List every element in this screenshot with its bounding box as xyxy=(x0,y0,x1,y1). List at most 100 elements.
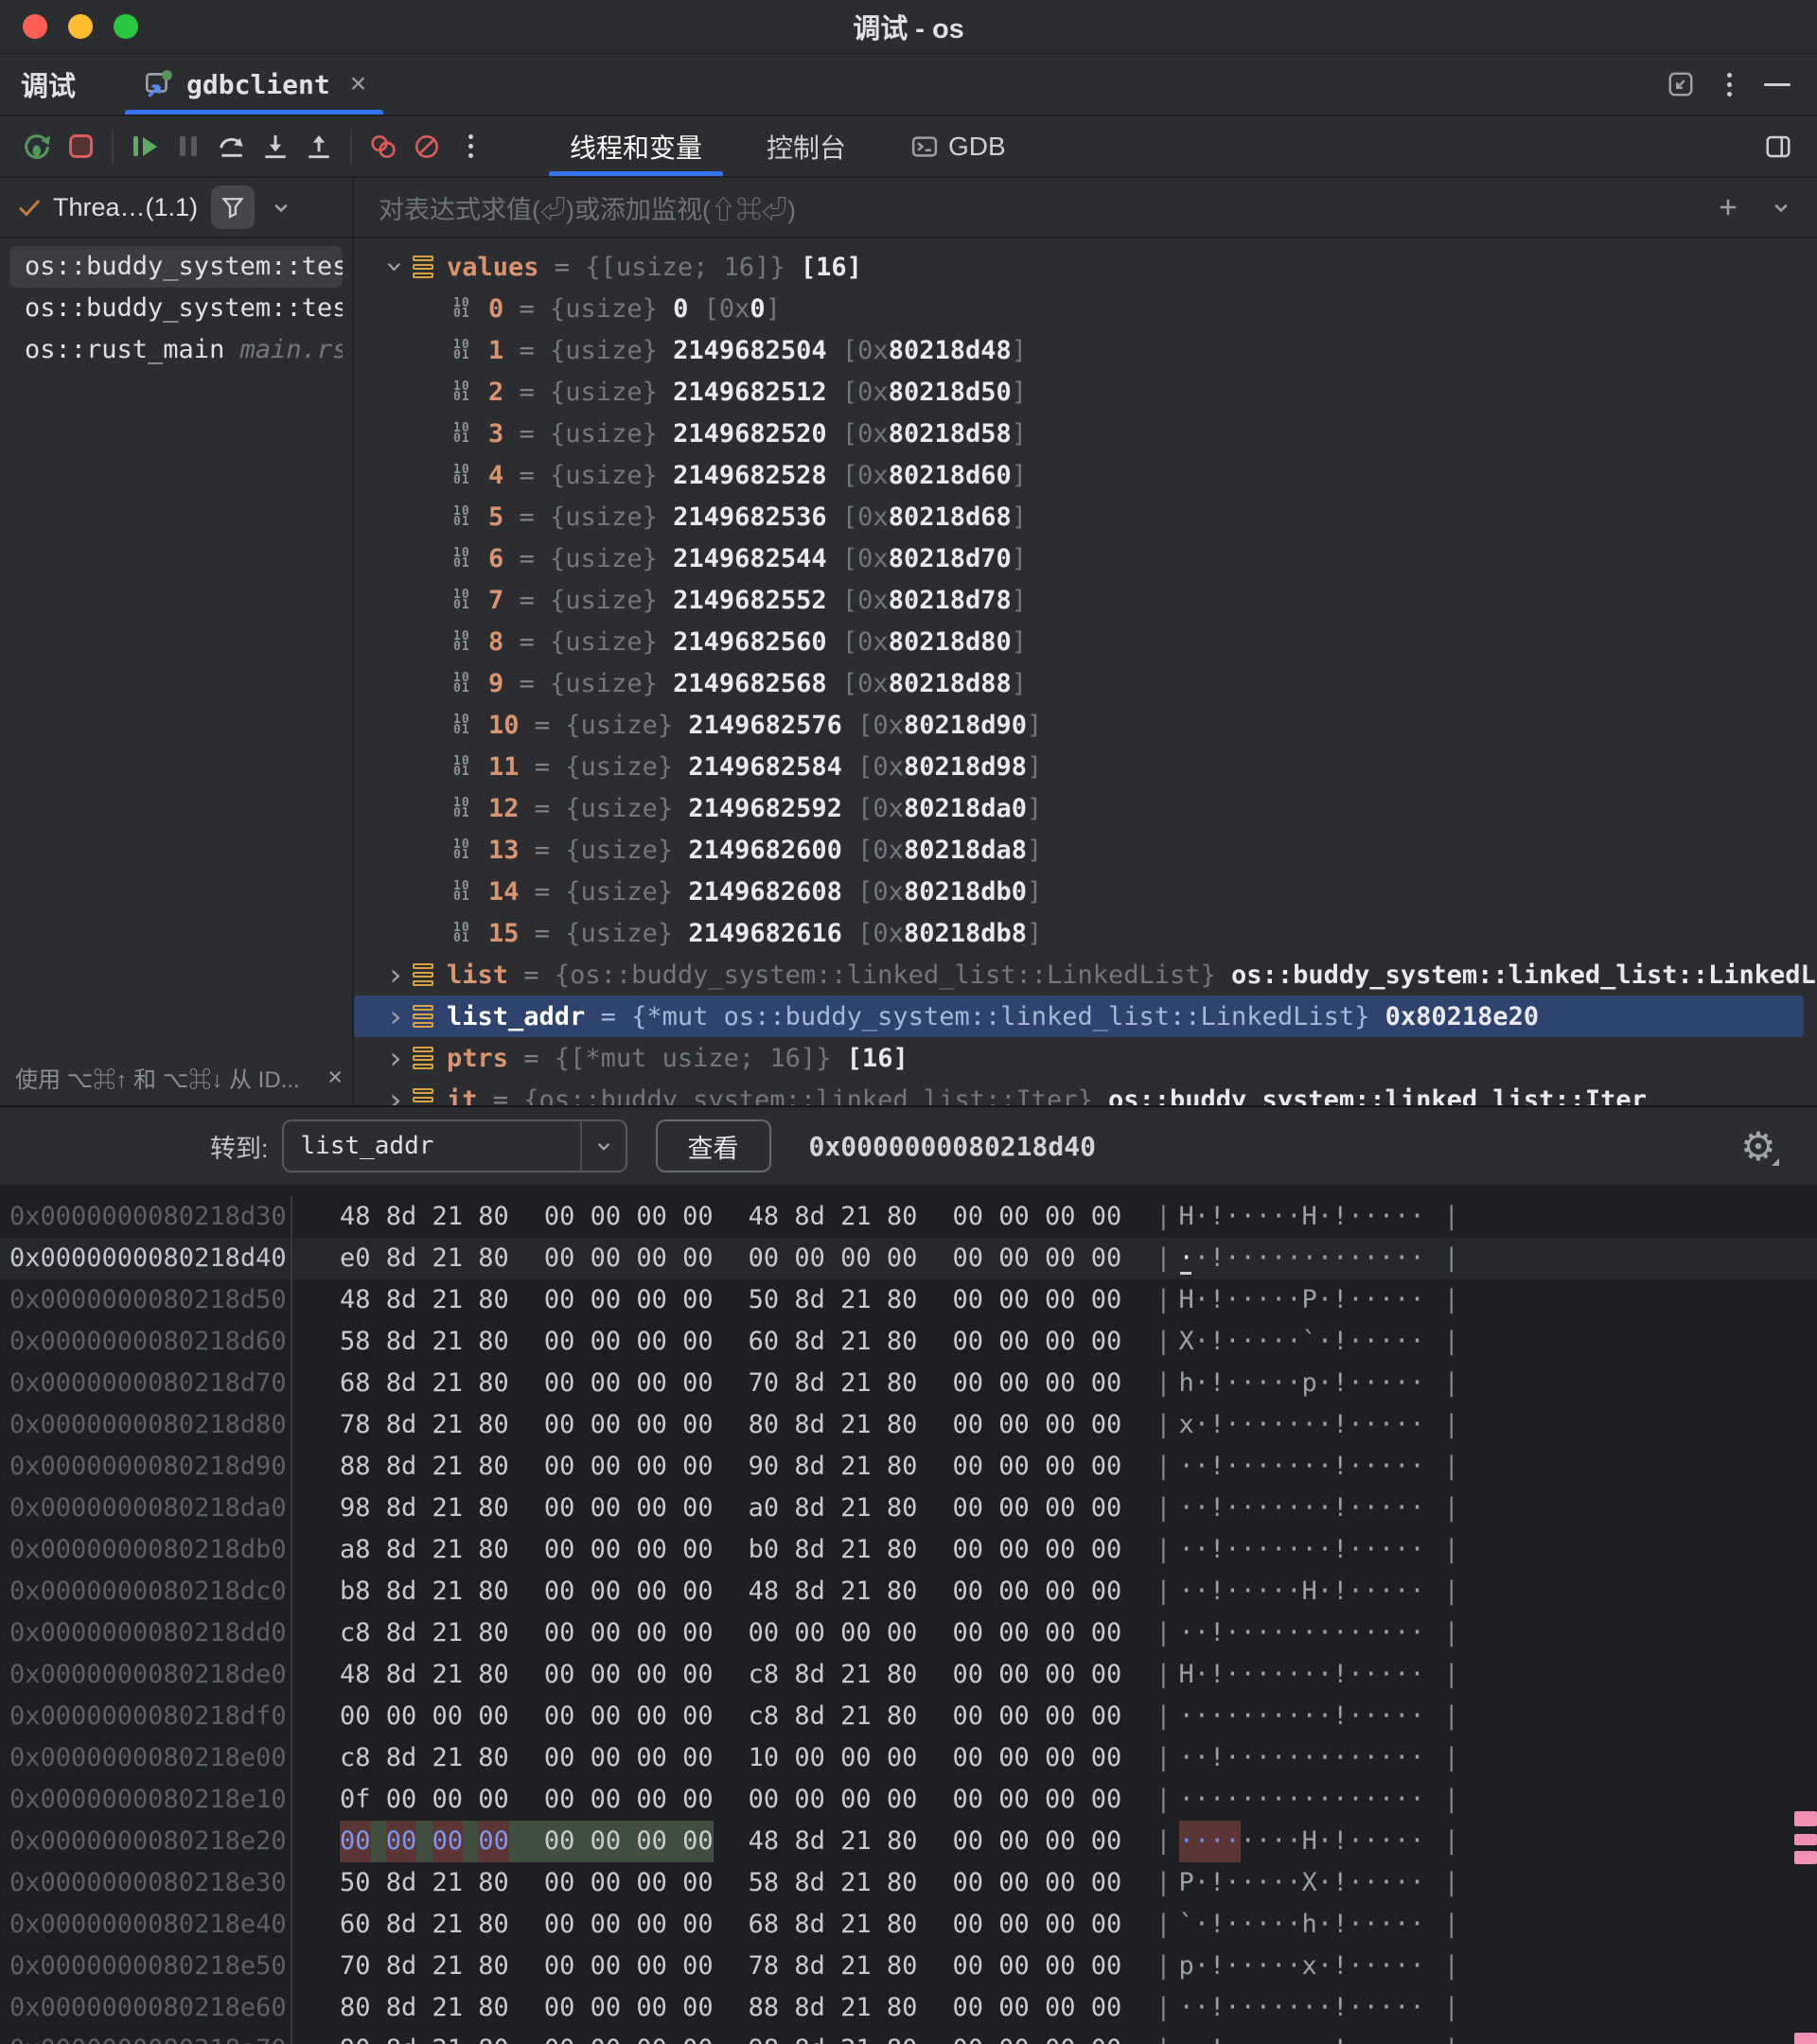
editor-layout-button[interactable] xyxy=(1756,125,1800,168)
more-options-icon[interactable] xyxy=(1727,73,1732,97)
watch-input-placeholder[interactable]: 对表达式求值(⏎)或添加监视(⇧⌘⏎) xyxy=(379,189,796,226)
expand-chevron-icon[interactable]: › xyxy=(379,998,413,1034)
tab-console[interactable]: 控制台 xyxy=(734,116,878,176)
watch-expression-row[interactable]: 对表达式求值(⏎)或添加监视(⇧⌘⏎) xyxy=(354,178,1817,238)
variable-row-1[interactable]: 10011 = {usize} 2149682504 [0x80218d48] xyxy=(354,329,1817,371)
variable-row-8[interactable]: 10018 = {usize} 2149682560 [0x80218d80] xyxy=(354,621,1817,662)
goto-expression-value[interactable]: list_addr xyxy=(284,1132,580,1160)
combo-chevron-down-icon[interactable] xyxy=(591,1134,616,1158)
variable-row-13[interactable]: 100113 = {usize} 2149682600 [0x80218da8] xyxy=(354,829,1817,871)
hex-bytes: 98 8d 21 8000 00 00 00a0 8d 21 8000 00 0… xyxy=(292,1488,1121,1529)
memory-settings-button[interactable]: ⚙ xyxy=(1736,1124,1781,1170)
memory-row-0x0000000080218e50[interactable]: 0x0000000080218e5070 8d 21 8000 00 00 00… xyxy=(0,1946,1817,1987)
expand-chevron-icon[interactable]: › xyxy=(379,957,413,993)
scroll-mark[interactable] xyxy=(1794,1851,1817,1864)
memory-row-0x0000000080218df0[interactable]: 0x0000000080218df000 00 00 0000 00 00 00… xyxy=(0,1696,1817,1737)
byte-group: 00 00 00 00 xyxy=(952,1821,1121,1862)
variable-row-4[interactable]: 10014 = {usize} 2149682528 [0x80218d60] xyxy=(354,454,1817,496)
variable-name: 9 xyxy=(488,669,503,698)
toolbar-more-button[interactable] xyxy=(449,125,492,168)
memory-row-0x0000000080218e70[interactable]: 0x0000000080218e7090 8d 21 8000 00 00 00… xyxy=(0,2029,1817,2044)
resume-button[interactable] xyxy=(123,125,167,168)
variable-row-list[interactable]: ›list = {os::buddy_system::linked_list::… xyxy=(354,954,1817,996)
stack-frame[interactable]: os::rust_main main.rs… xyxy=(9,329,343,371)
thread-selector-label[interactable]: Threa…(1.1) xyxy=(53,193,198,222)
hide-tool-window-icon[interactable] xyxy=(1764,83,1791,86)
variable-row-2[interactable]: 10012 = {usize} 2149682512 [0x80218d50] xyxy=(354,371,1817,413)
stack-frame[interactable]: os::buddy_system::test xyxy=(9,288,343,329)
variable-row-it[interactable]: ›it = {os::buddy_system::linked_list::It… xyxy=(354,1079,1817,1105)
memory-row-0x0000000080218de0[interactable]: 0x0000000080218de048 8d 21 8000 00 00 00… xyxy=(0,1654,1817,1696)
address-bracket: ] xyxy=(766,294,781,324)
stop-button[interactable] xyxy=(59,125,102,168)
memory-row-0x0000000080218d60[interactable]: 0x0000000080218d6058 8d 21 8000 00 00 00… xyxy=(0,1321,1817,1363)
variable-row-11[interactable]: 100111 = {usize} 2149682584 [0x80218d98] xyxy=(354,746,1817,787)
mute-breakpoints-button[interactable] xyxy=(405,125,449,168)
memory-row-0x0000000080218d30[interactable]: 0x0000000080218d3048 8d 21 8000 00 00 00… xyxy=(0,1196,1817,1238)
maximize-window-button[interactable] xyxy=(114,14,138,39)
threads-panel: Threa…(1.1) os::buddy_system::testos::bu… xyxy=(0,178,354,1105)
memory-row-0x0000000080218e30[interactable]: 0x0000000080218e3050 8d 21 8000 00 00 00… xyxy=(0,1862,1817,1904)
variable-row-14[interactable]: 100114 = {usize} 2149682608 [0x80218db0] xyxy=(354,871,1817,912)
close-tab-icon[interactable]: × xyxy=(350,70,367,98)
variable-row-10[interactable]: 100110 = {usize} 2149682576 [0x80218d90] xyxy=(354,704,1817,746)
variable-row-3[interactable]: 10013 = {usize} 2149682520 [0x80218d58] xyxy=(354,413,1817,454)
memory-row-0x0000000080218e00[interactable]: 0x0000000080218e00c8 8d 21 8000 00 00 00… xyxy=(0,1737,1817,1779)
tab-gdb[interactable]: GDB xyxy=(878,116,1038,176)
memory-row-0x0000000080218e40[interactable]: 0x0000000080218e4060 8d 21 8000 00 00 00… xyxy=(0,1904,1817,1946)
expand-chevron-icon[interactable]: › xyxy=(379,1040,413,1076)
variable-name: 2 xyxy=(488,378,503,407)
memory-row-0x0000000080218dd0[interactable]: 0x0000000080218dd0c8 8d 21 8000 00 00 00… xyxy=(0,1612,1817,1654)
memory-row-0x0000000080218db0[interactable]: 0x0000000080218db0a8 8d 21 8000 00 00 00… xyxy=(0,1529,1817,1571)
tab-gdbclient[interactable]: gdbclient × xyxy=(123,54,385,115)
view-memory-button[interactable]: 查看 xyxy=(656,1119,771,1172)
memory-row-0x0000000080218e10[interactable]: 0x0000000080218e100f 00 00 0000 00 00 00… xyxy=(0,1779,1817,1821)
step-out-button[interactable] xyxy=(297,125,341,168)
memory-row-0x0000000080218dc0[interactable]: 0x0000000080218dc0b8 8d 21 8000 00 00 00… xyxy=(0,1571,1817,1612)
memory-row-0x0000000080218d40[interactable]: 0x0000000080218d40e0 8d 21 8000 00 00 00… xyxy=(0,1238,1817,1279)
variable-row-7[interactable]: 10017 = {usize} 2149682552 [0x80218d78] xyxy=(354,579,1817,621)
scroll-mark[interactable] xyxy=(1794,1834,1817,1845)
thread-chevron-down-icon[interactable] xyxy=(268,194,294,220)
stack-frame[interactable]: os::buddy_system::test xyxy=(9,246,343,288)
memory-row-0x0000000080218da0[interactable]: 0x0000000080218da098 8d 21 8000 00 00 00… xyxy=(0,1488,1817,1529)
variable-row-15[interactable]: 100115 = {usize} 2149682616 [0x80218db8] xyxy=(354,912,1817,954)
expand-chevron-icon[interactable]: › xyxy=(379,1082,413,1105)
variable-row-values[interactable]: ›values = {[usize; 16]} [16] xyxy=(354,246,1817,288)
variable-row-9[interactable]: 10019 = {usize} 2149682568 [0x80218d88] xyxy=(354,662,1817,704)
step-into-button[interactable] xyxy=(254,125,297,168)
filter-frames-button[interactable] xyxy=(211,185,255,229)
scroll-mark[interactable] xyxy=(1794,1811,1817,1826)
view-breakpoints-button[interactable] xyxy=(362,125,405,168)
hint-close-icon[interactable]: × xyxy=(327,1063,343,1092)
memory-row-0x0000000080218e20[interactable]: 0x0000000080218e2000 00 00 0000 00 00 00… xyxy=(0,1821,1817,1862)
add-watch-icon[interactable] xyxy=(1715,194,1741,220)
variable-row-12[interactable]: 100112 = {usize} 2149682592 [0x80218da0] xyxy=(354,787,1817,829)
byte-group: 98 8d 21 80 xyxy=(749,2029,918,2044)
pause-button[interactable] xyxy=(167,125,210,168)
memory-row-0x0000000080218e60[interactable]: 0x0000000080218e6080 8d 21 8000 00 00 00… xyxy=(0,1987,1817,2029)
expand-chevron-icon[interactable]: › xyxy=(378,250,414,284)
memory-row-0x0000000080218d70[interactable]: 0x0000000080218d7068 8d 21 8000 00 00 00… xyxy=(0,1363,1817,1404)
minimize-window-button[interactable] xyxy=(68,14,93,39)
variable-row-list_addr[interactable]: ›list_addr = {*mut os::buddy_system::lin… xyxy=(354,996,1804,1037)
watch-chevron-down-icon[interactable] xyxy=(1768,194,1794,220)
ascii-column: H·!·····H·!····· xyxy=(1179,1196,1425,1238)
variable-row-6[interactable]: 10016 = {usize} 2149682544 [0x80218d70] xyxy=(354,537,1817,579)
tab-threads-variables[interactable]: 线程和变量 xyxy=(538,116,734,176)
address-bracket: [0x xyxy=(827,378,889,407)
rerun-debug-button[interactable] xyxy=(15,125,59,168)
variable-row-0[interactable]: 10010 = {usize} 0 [0x0] xyxy=(354,288,1817,329)
scroll-mark[interactable] xyxy=(1794,2033,1817,2044)
memory-row-0x0000000080218d80[interactable]: 0x0000000080218d8078 8d 21 8000 00 00 00… xyxy=(0,1404,1817,1446)
goto-expression-combo[interactable]: list_addr xyxy=(282,1119,627,1172)
ascii-delimiter: | xyxy=(1444,1321,1459,1363)
dock-window-icon[interactable] xyxy=(1667,70,1695,98)
variable-row-ptrs[interactable]: ›ptrs = {[*mut usize; 16]} [16] xyxy=(354,1037,1817,1079)
memory-row-0x0000000080218d50[interactable]: 0x0000000080218d5048 8d 21 8000 00 00 00… xyxy=(0,1279,1817,1321)
thread-selector-row[interactable]: Threa…(1.1) xyxy=(0,178,352,238)
memory-row-0x0000000080218d90[interactable]: 0x0000000080218d9088 8d 21 8000 00 00 00… xyxy=(0,1446,1817,1488)
close-window-button[interactable] xyxy=(23,14,47,39)
variable-row-5[interactable]: 10015 = {usize} 2149682536 [0x80218d68] xyxy=(354,496,1817,537)
step-over-button[interactable] xyxy=(210,125,254,168)
